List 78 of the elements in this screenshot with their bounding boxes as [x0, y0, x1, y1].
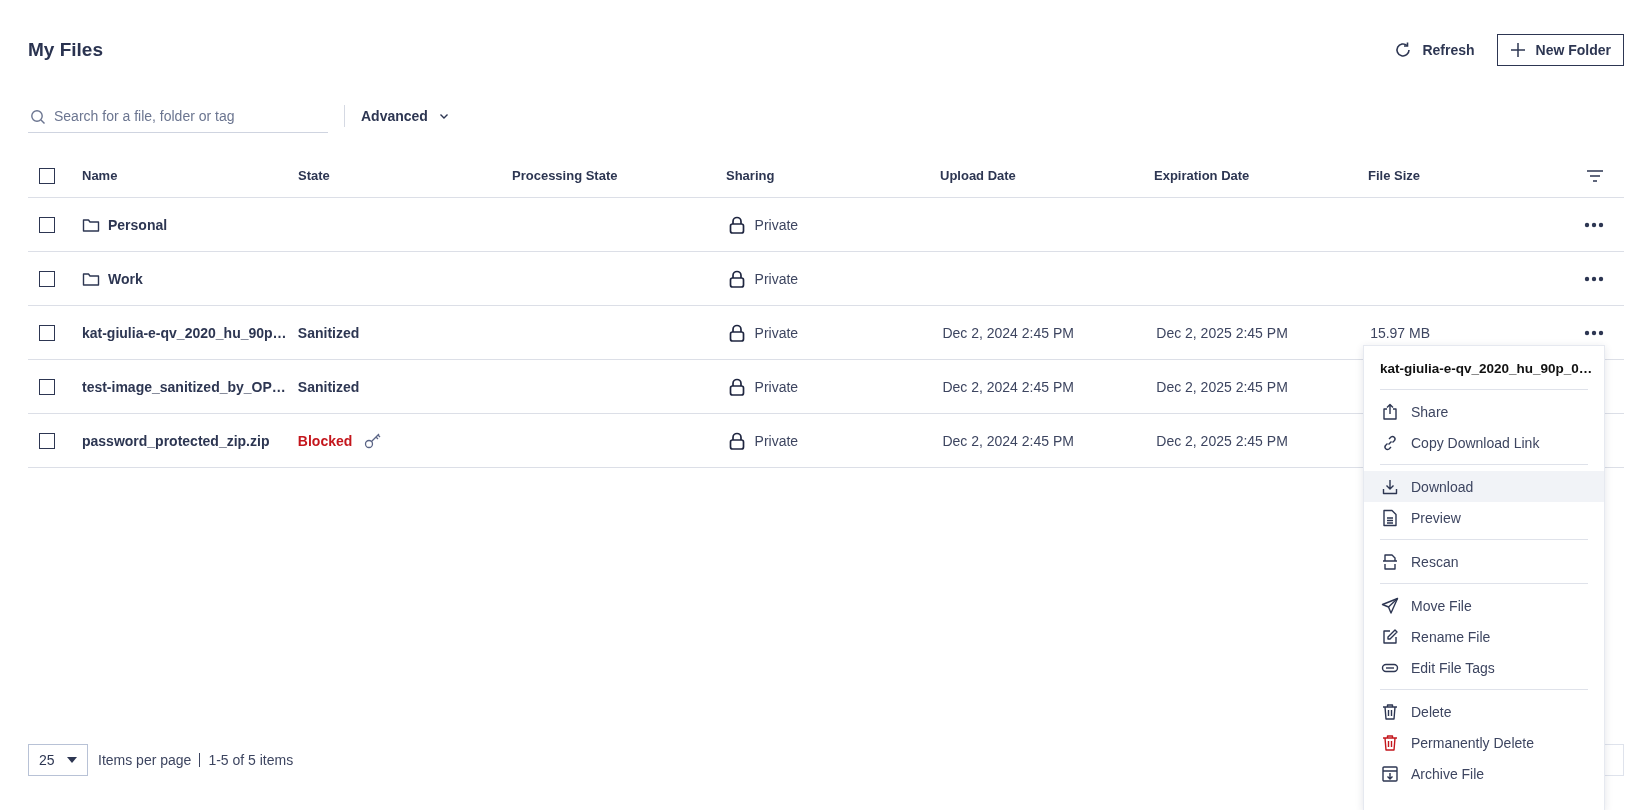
column-header[interactable]: Sharing [726, 168, 775, 183]
column-header[interactable]: File Size [1368, 168, 1421, 183]
sharing-text: Private [754, 378, 799, 395]
row-checkbox[interactable] [39, 324, 55, 341]
refresh-icon [1394, 41, 1413, 59]
filter-icon[interactable] [1586, 168, 1604, 183]
column-header[interactable]: Upload Date [940, 168, 1016, 183]
menu-file-name: kat-giulia-e-qv_2020_hu_90p_0… [1379, 360, 1594, 378]
expiration-date: Dec 2, 2025 2:45 PM [1156, 432, 1288, 449]
lock-icon [728, 431, 745, 450]
menu-item[interactable]: Preview [1364, 502, 1604, 533]
per-page-dropdown[interactable]: 25 [28, 744, 88, 776]
column-header[interactable]: Processing State [512, 168, 618, 183]
menu-item[interactable]: Archive File [1364, 758, 1604, 789]
upload-date: Dec 2, 2024 2:45 PM [942, 432, 1074, 449]
menu-item[interactable]: Download [1364, 471, 1604, 502]
folder-icon [81, 216, 100, 233]
refresh-button[interactable]: Refresh [1392, 41, 1477, 59]
folder-icon [81, 270, 100, 287]
menu-item[interactable]: Rescan [1364, 546, 1604, 577]
menu-item[interactable]: Edit File Tags [1364, 652, 1604, 683]
paper-plane-icon [1381, 596, 1399, 615]
share-icon [1381, 402, 1399, 421]
link-icon [1381, 433, 1399, 452]
column-header[interactable]: Name [82, 168, 118, 183]
pencil-square-icon [1381, 627, 1399, 646]
file-name[interactable]: kat-giulia-e-qv_2020_hu_90p… [81, 324, 287, 341]
item-range-text: 1-5 of 5 items [208, 752, 294, 768]
menu-item[interactable]: Move File [1364, 590, 1604, 621]
expiration-date: Dec 2, 2025 2:45 PM [1156, 378, 1288, 395]
sharing-text: Private [754, 270, 799, 287]
more-options-icon[interactable] [1584, 329, 1604, 336]
file-name[interactable]: Personal [107, 216, 168, 233]
lock-icon [728, 215, 745, 234]
sharing-text: Private [754, 324, 799, 341]
row-checkbox[interactable] [39, 216, 55, 233]
search-icon [30, 109, 46, 125]
expiration-date: Dec 2, 2025 2:45 PM [1156, 324, 1288, 341]
plus-icon [1509, 42, 1526, 58]
search-field[interactable]: Search for a file, folder or tag [28, 99, 328, 133]
document-icon [1381, 508, 1399, 527]
page-title: My Files [28, 39, 103, 61]
lock-icon [728, 323, 745, 342]
items-per-page-label: Items per page [98, 752, 192, 768]
caret-down-icon [67, 757, 77, 763]
lock-icon [728, 377, 745, 396]
more-options-icon[interactable] [1584, 275, 1604, 282]
state-text: Sanitized [297, 324, 360, 341]
menu-item[interactable]: Share [1364, 396, 1604, 427]
sharing-text: Private [754, 432, 799, 449]
upload-date: Dec 2, 2024 2:45 PM [942, 324, 1074, 341]
file-name[interactable]: password_protected_zip.zip [81, 432, 270, 449]
trash-icon [1381, 702, 1399, 721]
file-name[interactable]: Work [107, 270, 143, 287]
download-icon [1381, 477, 1399, 496]
column-header[interactable]: Expiration Date [1154, 168, 1250, 183]
scanner-icon [1381, 552, 1399, 571]
state-text: Sanitized [297, 378, 360, 395]
advanced-dropdown[interactable]: Advanced [361, 108, 450, 124]
new-folder-button[interactable]: New Folder [1496, 34, 1624, 66]
row-checkbox[interactable] [39, 378, 55, 395]
archive-box-icon [1381, 764, 1399, 783]
more-options-icon[interactable] [1584, 221, 1604, 228]
menu-item[interactable]: Delete [1364, 696, 1604, 727]
menu-item[interactable]: Rename File [1364, 621, 1604, 652]
row-checkbox[interactable] [39, 270, 55, 287]
file-size: 15.97 MB [1370, 324, 1431, 341]
select-all-checkbox[interactable] [39, 167, 55, 184]
trash-icon [1381, 733, 1399, 752]
row-checkbox[interactable] [39, 432, 55, 449]
menu-item[interactable]: Copy Download Link [1364, 427, 1604, 458]
column-header[interactable]: State [298, 168, 330, 183]
menu-item[interactable]: Permanently Delete [1364, 727, 1604, 758]
upload-date: Dec 2, 2024 2:45 PM [942, 378, 1074, 395]
state-text: Blocked [297, 432, 353, 449]
lock-icon [728, 269, 745, 288]
file-name[interactable]: test-image_sanitized_by_OP… [81, 378, 286, 395]
sharing-text: Private [754, 216, 799, 233]
